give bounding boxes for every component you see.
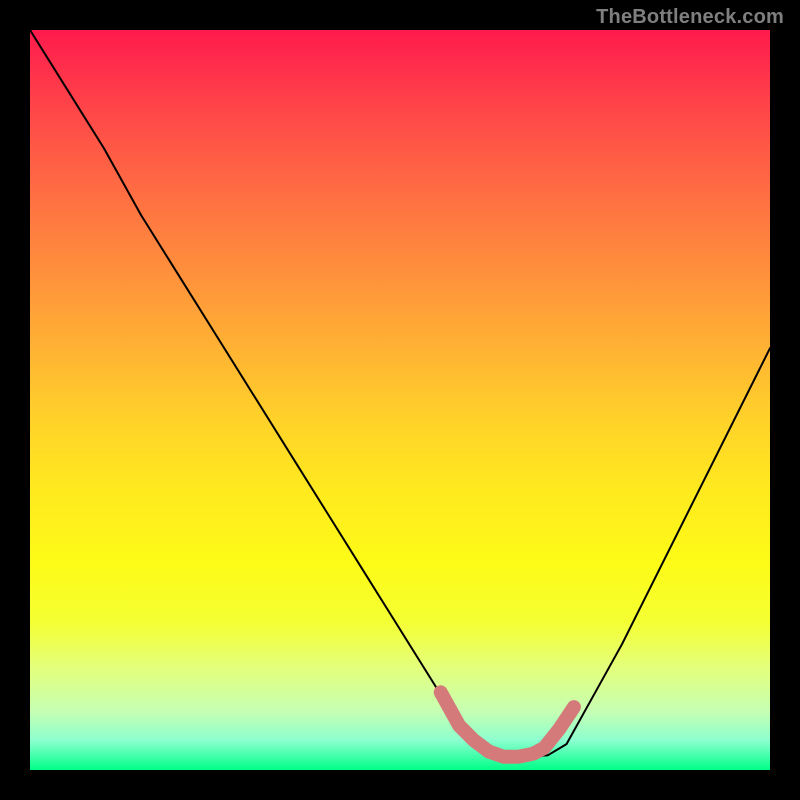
attribution-text: TheBottleneck.com	[596, 6, 784, 29]
chart-frame: TheBottleneck.com	[0, 0, 800, 800]
chart-svg	[30, 30, 770, 770]
bottleneck-curve	[30, 30, 770, 757]
optimal-band	[441, 692, 574, 756]
plot-area	[30, 30, 770, 770]
